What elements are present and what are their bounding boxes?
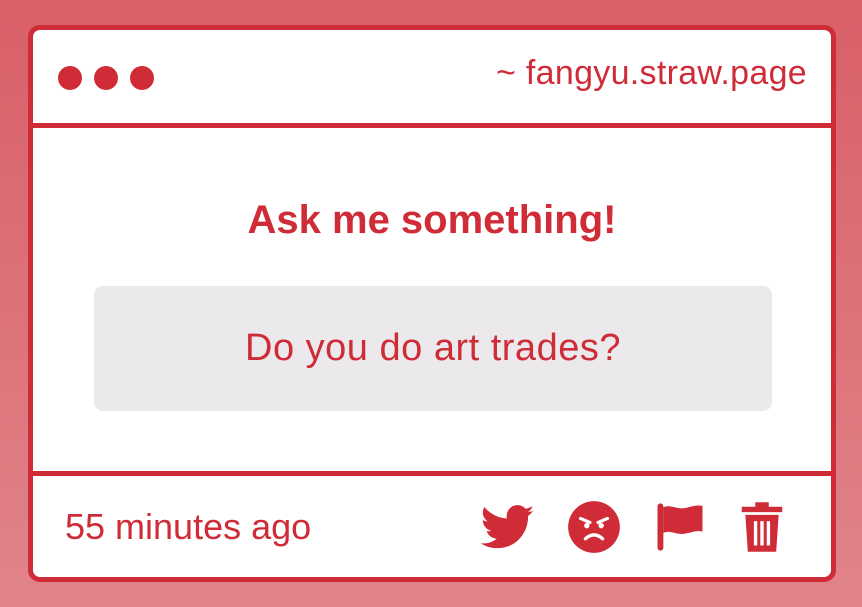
twitter-icon[interactable] — [481, 500, 535, 554]
question-text: Do you do art trades? — [245, 327, 621, 369]
angry-face-icon[interactable] — [567, 500, 621, 554]
window-dot-icon — [130, 66, 154, 90]
page-url: ~ fangyu.straw.page — [496, 54, 807, 92]
card-footer: 55 minutes ago — [33, 476, 831, 577]
question-content: Ask me something! Do you do art trades? — [33, 128, 831, 476]
question-box: Do you do art trades? — [94, 286, 772, 411]
timestamp: 55 minutes ago — [65, 506, 312, 547]
window-dot-icon — [94, 66, 118, 90]
question-card: ~ fangyu.straw.page Ask me something! Do… — [28, 25, 836, 582]
window-dot-icon — [58, 66, 82, 90]
page-title: Ask me something! — [247, 198, 617, 242]
window-titlebar: ~ fangyu.straw.page — [33, 30, 831, 128]
trash-icon[interactable] — [735, 500, 789, 554]
flag-icon[interactable] — [653, 500, 707, 554]
